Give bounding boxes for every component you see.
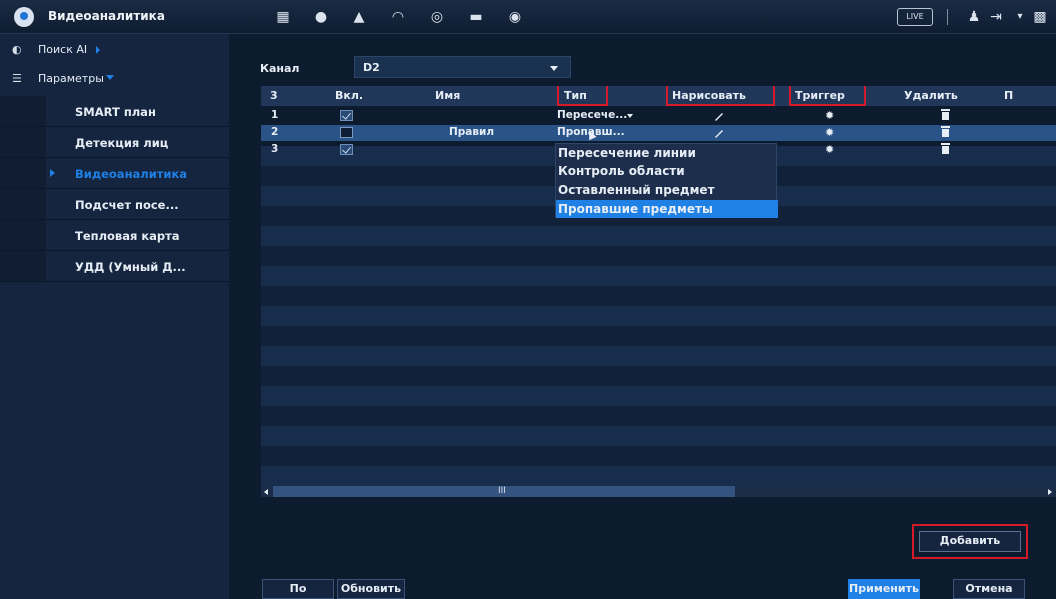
sidebar-group-label: Поиск AI	[38, 43, 88, 56]
header-count: 3	[270, 89, 278, 102]
scroll-right-icon[interactable]	[1048, 489, 1052, 495]
menu-item-label: Пересечение линии	[558, 146, 696, 160]
search-icon: ◐	[12, 43, 22, 56]
header-enabled: Вкл.	[335, 89, 364, 102]
draw-header-highlight	[666, 86, 775, 106]
row-number: 3	[271, 143, 279, 155]
chevron-down-icon	[550, 66, 558, 71]
chevron-down-icon	[627, 114, 633, 118]
speaker-icon[interactable]: ◉	[505, 8, 525, 26]
chevron-down-icon	[106, 75, 114, 80]
table-row[interactable]: 1 Пересече... ✹	[261, 108, 1056, 124]
ai-head-icon[interactable]: ●	[311, 8, 331, 26]
logout-icon[interactable]: ⇥	[986, 8, 1006, 26]
alarm-icon[interactable]: ▲	[349, 8, 369, 26]
menu-item-label: Контроль области	[558, 164, 685, 178]
rule-type-select[interactable]: Пересече...	[557, 109, 627, 121]
table-header: 3 Вкл. Имя Тип Нарисовать Триггер Удалит…	[261, 86, 1056, 106]
sidebar-item-label: Тепловая карта	[75, 229, 180, 243]
gear-icon[interactable]: ✹	[825, 143, 834, 156]
main-panel: Канал D2 3 Вкл. Имя Тип Нарисовать Тригг…	[229, 34, 1056, 599]
channel-label: Канал	[260, 62, 300, 75]
trigger-header-highlight	[789, 86, 866, 106]
sidebar-group-parameters[interactable]: ☰ Параметры	[0, 67, 229, 91]
rules-table: 3 Вкл. Имя Тип Нарисовать Триггер Удалит…	[261, 86, 1056, 496]
monitor-icon[interactable]: ▬	[466, 8, 486, 26]
chevron-down-icon[interactable]: ▾	[1010, 8, 1030, 26]
sidebar-item-label: Подсчет посе...	[75, 198, 179, 212]
app-title: Видеоаналитика	[48, 9, 165, 23]
header-delete: Удалить	[904, 89, 958, 102]
trash-icon[interactable]	[941, 126, 950, 137]
scroll-thumb[interactable]: III	[273, 486, 735, 497]
sidebar: ◐ Поиск AI ☰ Параметры SMART план Детекц…	[0, 34, 229, 599]
channel-select[interactable]: D2	[354, 56, 571, 78]
live-button[interactable]: LIVE	[897, 8, 933, 26]
header-truncated: П	[1004, 89, 1014, 102]
sidebar-item-label: Детекция лиц	[75, 136, 169, 150]
pencil-icon[interactable]	[713, 127, 725, 139]
trash-icon[interactable]	[941, 143, 950, 154]
sidebar-item-label: Видеоаналитика	[75, 167, 188, 181]
chevron-right-icon	[96, 46, 100, 54]
qr-code-icon[interactable]: ▩	[1030, 8, 1050, 26]
refresh-button[interactable]: Обновить	[337, 579, 405, 599]
row-number: 2	[271, 126, 279, 138]
sidebar-item-video-analytics[interactable]: Видеоаналитика	[0, 158, 229, 189]
sidebar-item-smart-motion[interactable]: УДД (Умный Д...	[0, 251, 229, 282]
channel-select-value: D2	[363, 61, 380, 74]
active-marker-icon	[50, 169, 55, 177]
menu-item-missing-object[interactable]: Пропавшие предметы	[556, 200, 778, 218]
sidebar-group-label: Параметры	[38, 72, 104, 85]
type-header-highlight	[557, 86, 608, 106]
horizontal-scrollbar[interactable]: III	[261, 486, 1056, 497]
enable-checkbox[interactable]	[340, 110, 353, 121]
default-button[interactable]: По умолч...	[262, 579, 334, 599]
rule-type-dropdown: Пересечение линии Контроль области Остав…	[555, 143, 778, 218]
scroll-grip: III	[498, 486, 506, 496]
scroll-left-icon[interactable]	[264, 489, 268, 495]
top-bar: Видеоаналитика ▦ ● ▲ ◠ ◎ ▬ ◉ LIVE ♟ ⇥ ▾ …	[0, 0, 1056, 34]
sidebar-item-people-counting[interactable]: Подсчет посе...	[0, 189, 229, 220]
playback-icon[interactable]: ▦	[273, 8, 293, 26]
toolbar-divider	[947, 9, 948, 25]
pencil-icon[interactable]	[713, 110, 725, 122]
sidebar-item-smart-plan[interactable]: SMART план	[0, 96, 229, 127]
add-button-highlight: Добавить	[912, 524, 1028, 559]
gear-icon[interactable]: ✹	[825, 126, 834, 139]
menu-item-label: Оставленный предмет	[558, 183, 715, 197]
menu-item-area-control[interactable]: Контроль области	[556, 162, 778, 180]
enable-checkbox[interactable]	[340, 144, 353, 155]
sidebar-item-label: УДД (Умный Д...	[75, 260, 186, 274]
table-row[interactable]: 2 Правил Пропавш... ✹	[261, 125, 1056, 141]
list-icon: ☰	[12, 72, 22, 85]
gauge-icon[interactable]: ◠	[388, 8, 408, 26]
rule-name: Правил	[449, 126, 495, 138]
cancel-button[interactable]: Отмена	[953, 579, 1025, 599]
app-logo-icon	[14, 7, 34, 27]
enable-checkbox[interactable]	[340, 127, 353, 138]
gear-icon[interactable]: ✹	[825, 109, 834, 122]
row-number: 1	[271, 109, 279, 121]
menu-item-abandoned-object[interactable]: Оставленный предмет	[556, 181, 778, 199]
trash-icon[interactable]	[941, 109, 950, 120]
user-icon[interactable]: ♟	[964, 8, 984, 26]
menu-item-line-crossing[interactable]: Пересечение линии	[556, 144, 778, 162]
target-icon[interactable]: ◎	[427, 8, 447, 26]
menu-item-label: Пропавшие предметы	[558, 202, 713, 216]
sidebar-group-ai-search[interactable]: ◐ Поиск AI	[0, 38, 229, 62]
add-button[interactable]: Добавить	[919, 531, 1021, 552]
apply-button[interactable]: Применить	[848, 579, 920, 599]
header-name: Имя	[435, 89, 461, 102]
sidebar-item-heat-map[interactable]: Тепловая карта	[0, 220, 229, 251]
sidebar-item-face-detection[interactable]: Детекция лиц	[0, 127, 229, 158]
sidebar-item-label: SMART план	[75, 105, 156, 119]
